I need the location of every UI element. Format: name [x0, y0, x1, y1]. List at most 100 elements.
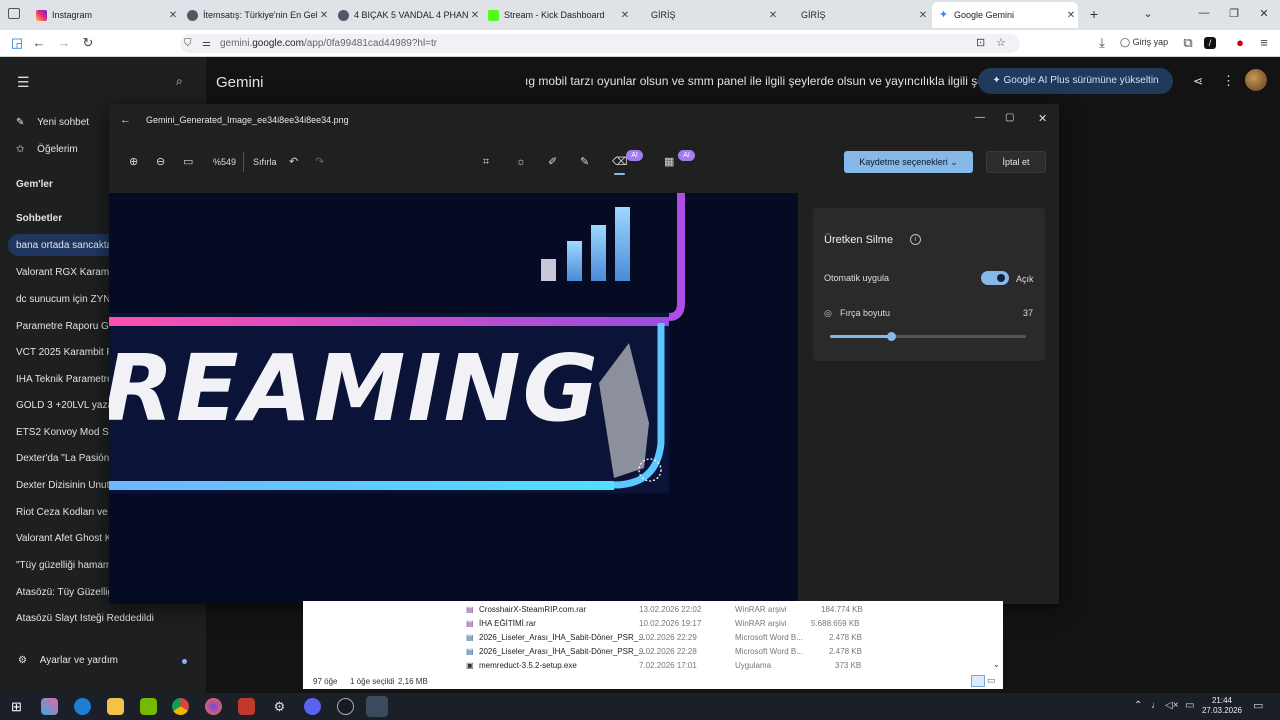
brush-size-slider[interactable]: [830, 332, 1026, 341]
downloads-icon[interactable]: ⤓: [1094, 36, 1110, 50]
file-explorer-icon[interactable]: [107, 698, 124, 715]
steam-icon[interactable]: [337, 698, 354, 715]
undo-icon[interactable]: ↶: [289, 155, 298, 169]
file-row[interactable]: ▤ CrosshairX-SteamRIP.com.rar 13.02.2026…: [303, 603, 1003, 617]
start-icon[interactable]: ⊞: [8, 698, 25, 715]
settings-button[interactable]: ⚙ Ayarlar ve yardım: [18, 655, 118, 666]
chat-item[interactable]: "Tüy güzelliği hamam: [16, 560, 116, 571]
file-row[interactable]: ▤ 2026_Liseler_Arası_İHA_Sabit-Döner_PSR…: [303, 631, 1003, 645]
chat-item[interactable]: bana ortada sancakta: [16, 240, 116, 251]
maximize-icon[interactable]: ▢: [1005, 112, 1014, 123]
close-icon[interactable]: ✕: [166, 10, 180, 21]
adblock-icon[interactable]: ●: [1232, 36, 1248, 50]
extension-icon[interactable]: /: [1204, 37, 1216, 49]
new-tab-icon[interactable]: +: [1084, 6, 1104, 22]
permissions-icon[interactable]: ⚌: [202, 34, 211, 53]
discord-icon[interactable]: [304, 698, 321, 715]
chat-item[interactable]: ETS2 Konvoy Mod So: [16, 427, 116, 438]
image-canvas[interactable]: REAMING: [109, 193, 798, 604]
upgrade-button[interactable]: ✦ Google AI Plus sürümüne yükseltin: [978, 68, 1173, 94]
tab-list-icon[interactable]: ⌄: [1138, 7, 1158, 20]
bookmark-star-icon[interactable]: ☆: [996, 34, 1006, 53]
chat-item[interactable]: Dexter Dizisinin Unut: [16, 480, 116, 491]
network-icon[interactable]: ▭: [1185, 700, 1194, 711]
file-row[interactable]: ▣ memreduct-3.5.2-setup.exe 7.02.2026 17…: [303, 659, 1003, 673]
close-icon[interactable]: ✕: [766, 10, 780, 21]
crop-icon[interactable]: ⌗: [483, 155, 489, 169]
more-options-icon[interactable]: ⋮: [1222, 73, 1235, 89]
chat-item[interactable]: Valorant Afet Ghost K: [16, 533, 116, 544]
back-icon[interactable]: ←: [31, 36, 47, 50]
close-icon[interactable]: ✕: [916, 10, 930, 21]
tab-kick[interactable]: Stream - Kick Dashboard ✕: [482, 2, 632, 28]
close-icon[interactable]: ✕: [317, 10, 331, 21]
extensions-icon[interactable]: ⧉: [1180, 36, 1196, 50]
app-icon[interactable]: [238, 698, 255, 715]
scroll-down-icon[interactable]: ⌄: [993, 660, 1000, 669]
fit-to-screen-icon[interactable]: ▭: [183, 155, 193, 169]
nvidia-icon[interactable]: [140, 698, 157, 715]
tab-vandal[interactable]: 4 BIÇAK 5 VANDAL 4 PHANTOM ✕: [332, 2, 482, 28]
chat-item[interactable]: Atasözü: Tüy Güzelliğ: [16, 587, 116, 598]
auto-apply-toggle[interactable]: [981, 271, 1009, 285]
reset-button[interactable]: Sıfırla: [253, 157, 277, 167]
clock[interactable]: 21:44 27.03.2026: [1200, 696, 1244, 716]
edge-icon[interactable]: [74, 698, 91, 715]
chat-item[interactable]: Dexter'da "La Pasión": [16, 453, 116, 464]
chat-item[interactable]: Parametre Raporu Gü: [16, 321, 116, 332]
restore-icon[interactable]: ❐: [1224, 7, 1244, 20]
login-button[interactable]: ◯ Giriş yap: [1120, 37, 1168, 48]
microphone-icon[interactable]: ♩: [1151, 700, 1161, 711]
close-icon[interactable]: ✕: [618, 10, 632, 21]
new-chat-button[interactable]: ✎ Yeni sohbet: [16, 117, 89, 128]
zoom-in-icon[interactable]: ⊕: [129, 155, 138, 169]
chat-item[interactable]: Riot Ceza Kodları ve A: [16, 507, 116, 518]
menu-icon[interactable]: ≡: [1256, 36, 1272, 50]
background-icon[interactable]: ▦: [664, 155, 674, 169]
chevron-up-icon[interactable]: ⌃: [1134, 700, 1142, 711]
zoom-level[interactable]: %549: [213, 157, 236, 167]
tab-giris-1[interactable]: GİRİŞ ✕: [645, 2, 780, 28]
workspaces-icon[interactable]: ◲: [9, 36, 25, 50]
share-icon[interactable]: ⋖: [1193, 74, 1203, 88]
tiles-view-icon[interactable]: ▭: [987, 675, 996, 686]
chrome-icon[interactable]: [172, 698, 189, 715]
file-row[interactable]: ▤ 2026_Liseler_Arası_İHA_Sabit-Döner_PSR…: [303, 645, 1003, 659]
photos-icon[interactable]: [366, 696, 388, 717]
tab-giris-2[interactable]: GİRİŞ ✕: [795, 2, 930, 28]
tab-instagram[interactable]: Instagram ✕: [30, 2, 180, 28]
erase-icon[interactable]: ⌫: [612, 155, 628, 169]
slider-thumb[interactable]: [886, 332, 896, 341]
chat-item[interactable]: dc sunucum için ZYN: [16, 294, 116, 305]
minimize-icon[interactable]: —: [975, 112, 985, 123]
notifications-icon[interactable]: ▭: [1253, 699, 1263, 712]
close-icon[interactable]: ✕: [468, 10, 482, 21]
tab-gemini[interactable]: ✦ Google Gemini ✕: [932, 2, 1078, 28]
back-icon[interactable]: ←: [120, 114, 131, 126]
chat-item[interactable]: GOLD 3 +20LVL yaza: [16, 400, 116, 411]
avatar[interactable]: [1245, 69, 1267, 91]
firefox-icon[interactable]: [205, 698, 222, 715]
minimize-icon[interactable]: —: [1194, 7, 1214, 19]
chat-item[interactable]: VCT 2025 Karambit F: [16, 347, 116, 358]
reload-icon[interactable]: ↻: [80, 36, 96, 50]
chat-item[interactable]: İHA Teknik Parametre: [16, 374, 116, 385]
gems-heading[interactable]: Gem'ler: [16, 179, 53, 190]
chat-item[interactable]: Valorant RGX Karamb: [16, 267, 116, 278]
close-window-icon[interactable]: ✕: [1254, 7, 1274, 20]
tab-itemsatis[interactable]: İtemsatış: Türkiye'nin En Gelişmi ✕: [181, 2, 331, 28]
hamburger-menu-icon[interactable]: ☰: [17, 74, 30, 91]
chat-item[interactable]: Atasözü Slayt İsteği Reddedildi: [16, 613, 196, 624]
my-items-button[interactable]: ✩ Öğelerim: [16, 144, 78, 155]
zoom-out-icon[interactable]: ⊖: [156, 155, 165, 169]
close-icon[interactable]: ✕: [1064, 10, 1078, 21]
volume-muted-icon[interactable]: ◁×: [1165, 700, 1179, 711]
adjust-brightness-icon[interactable]: ☼: [516, 155, 526, 169]
file-row[interactable]: ▤ İHA EĞİTİMİ.rar 10.02.2026 19:17 WinRA…: [303, 617, 1003, 631]
close-icon[interactable]: ✕: [1038, 112, 1047, 125]
tab-actions-icon[interactable]: [8, 8, 20, 19]
copilot-icon[interactable]: [41, 698, 58, 715]
install-app-icon[interactable]: ⊡: [976, 34, 985, 53]
forward-icon[interactable]: →: [56, 36, 72, 50]
markup-icon[interactable]: ✐: [548, 155, 557, 169]
